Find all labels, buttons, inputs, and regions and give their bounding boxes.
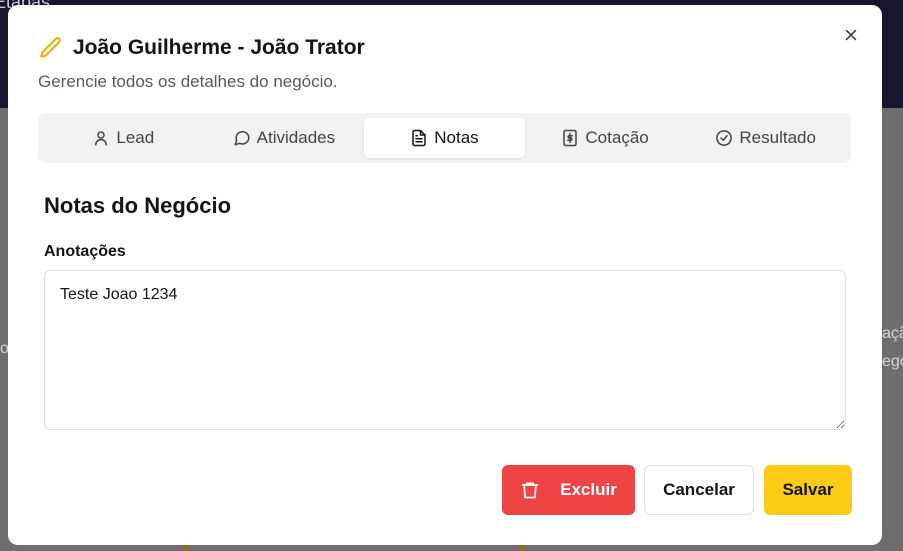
check-circle-icon [716,130,733,146]
tab-cotacao[interactable]: Cotação [525,118,686,158]
tab-list: Lead Atividades Notas Cotação Resultado [38,113,851,163]
notes-textarea[interactable]: Teste Joao 1234 [44,270,846,430]
edit-deal-modal: João Guilherme - João Trator Gerencie to… [8,5,882,545]
tab-resultado[interactable]: Resultado [685,118,846,158]
notes-label: Anotações [44,243,126,260]
cancel-button[interactable]: Cancelar [644,465,754,515]
modal-title: João Guilherme - João Trator [73,36,365,59]
trash-icon [521,482,539,499]
background-marker [183,544,189,551]
background-fragment-right: ação egó [882,320,903,410]
dollar-sign-icon [563,129,578,147]
section-title: Notas do Negócio [44,193,232,218]
pencil-icon [40,37,61,58]
save-button[interactable]: Salvar [764,465,852,515]
tab-label: Notas [434,128,479,147]
background-fragment-right-2: egó [882,353,903,370]
tab-label: Resultado [739,128,816,147]
tab-label: Cotação [585,128,649,147]
cancel-button-label: Cancelar [663,480,735,499]
tab-label: Atividades [256,128,336,147]
save-button-label: Salvar [782,480,834,499]
tab-lead[interactable]: Lead [43,118,204,158]
user-icon [95,131,108,146]
tab-label: Lead [116,128,155,147]
background-marker [519,544,525,551]
close-icon[interactable] [842,26,860,44]
delete-button[interactable]: Excluir [502,465,635,515]
background-fragment-right-1: ação [882,325,903,342]
delete-button-label: Excluir [560,480,617,499]
message-circle-icon [234,130,250,146]
tab-notas[interactable]: Notas [364,118,525,158]
background-fragment-left: o [0,340,9,357]
modal-header: João Guilherme - João Trator [38,35,365,61]
tab-atividades[interactable]: Atividades [204,118,365,158]
file-text-icon [412,129,427,147]
modal-subtitle: Gerencie todos os detalhes do negócio. [38,72,338,91]
